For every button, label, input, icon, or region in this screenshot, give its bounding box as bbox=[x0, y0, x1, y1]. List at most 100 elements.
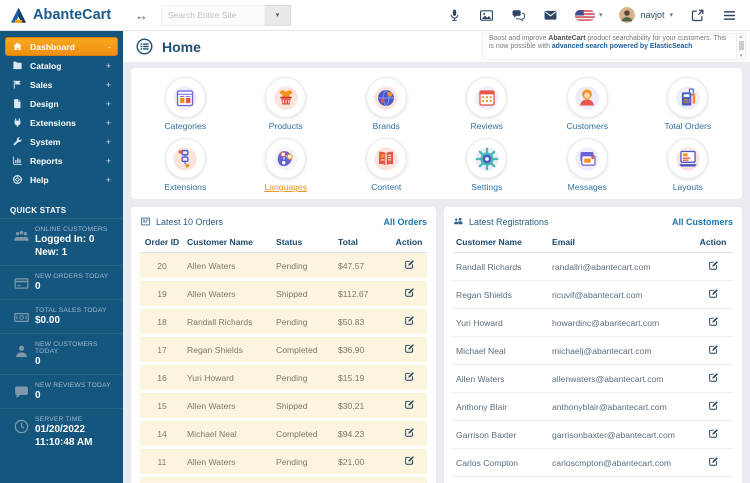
categories-icon bbox=[164, 77, 206, 118]
order-row: 14 Michael Neal Completed $94.23 bbox=[140, 419, 427, 449]
tile-extensions[interactable]: Extensions bbox=[135, 138, 236, 192]
orders-panel-title: Latest 10 Orders bbox=[156, 216, 224, 227]
scroll-thumb[interactable] bbox=[738, 41, 744, 50]
tile-languages[interactable]: Languages bbox=[236, 138, 337, 192]
order-id: 16 bbox=[140, 363, 184, 393]
edit-order-button[interactable] bbox=[404, 287, 415, 298]
sidebar-item-dashboard[interactable]: Dashboard - bbox=[5, 37, 118, 56]
quick-stat: ONLINE CUSTOMERS Logged In: 0 New: 1 bbox=[0, 218, 123, 265]
edit-order-button[interactable] bbox=[404, 343, 415, 354]
edit-order-button[interactable] bbox=[404, 399, 415, 410]
order-row: 20 Allen Waters Pending $47.57 bbox=[140, 252, 427, 281]
registration-row: Yuri Howard howardinc@abantecart.com bbox=[453, 308, 733, 337]
edit-customer-button[interactable] bbox=[708, 260, 719, 271]
stat-label: NEW ORDERS TODAY bbox=[35, 273, 109, 280]
edit-customer-button[interactable] bbox=[708, 400, 719, 411]
order-id: 20 bbox=[140, 252, 184, 281]
sidebar-item-help[interactable]: Help + bbox=[5, 170, 118, 189]
sidebar-item-system[interactable]: System + bbox=[5, 132, 118, 151]
edit-order-button[interactable] bbox=[404, 315, 415, 326]
sidebar-item-catalog[interactable]: Catalog + bbox=[5, 56, 118, 75]
edit-customer-button[interactable] bbox=[708, 372, 719, 383]
expand-indicator: + bbox=[105, 117, 111, 128]
tile-messages[interactable]: Messages bbox=[537, 138, 638, 192]
tile-label: Reviews bbox=[470, 121, 503, 131]
edit-customer-button[interactable] bbox=[708, 316, 719, 327]
edit-customer-button[interactable] bbox=[708, 288, 719, 299]
expand-indicator: + bbox=[105, 136, 111, 147]
tile-layouts[interactable]: Layouts bbox=[638, 138, 739, 192]
edit-customer-button[interactable] bbox=[708, 456, 719, 467]
order-customer-name: Allen Waters bbox=[184, 447, 273, 477]
user-menu[interactable]: navjot ▾ bbox=[619, 7, 673, 23]
tile-reviews[interactable]: Reviews bbox=[437, 77, 538, 131]
reviews-icon bbox=[466, 77, 508, 118]
edit-customer-button[interactable] bbox=[708, 428, 719, 439]
money-icon bbox=[8, 307, 35, 326]
order-row: 18 Randall Richards Pending $50.83 bbox=[140, 307, 427, 337]
scroll-down-icon[interactable]: ▾ bbox=[740, 53, 743, 59]
sidebar-collapse-arrow-icon[interactable]: ↔ bbox=[135, 8, 148, 23]
edit-order-button[interactable] bbox=[404, 259, 415, 270]
brand-logo[interactable]: AbanteCart bbox=[0, 6, 123, 25]
tile-brands[interactable]: Brands bbox=[336, 77, 437, 131]
settings-icon bbox=[466, 138, 508, 179]
media-icon[interactable] bbox=[479, 8, 494, 23]
tile-settings[interactable]: Settings bbox=[437, 138, 538, 192]
tile-label: Languages bbox=[264, 182, 308, 192]
edit-customer-button[interactable] bbox=[708, 344, 719, 355]
flagmark-icon bbox=[12, 79, 23, 90]
sidebar-item-label: Sales bbox=[30, 79, 53, 90]
messages-icon[interactable] bbox=[511, 8, 526, 23]
edit-order-button[interactable] bbox=[404, 371, 415, 382]
stat-label: TOTAL SALES TODAY bbox=[35, 307, 107, 314]
registration-customer-name: Regan Shields bbox=[453, 280, 549, 309]
tile-total-orders[interactable]: Total Orders bbox=[638, 77, 739, 131]
registration-email: ricuvif@abantecart.com bbox=[549, 280, 693, 309]
stat-value: New: 1 bbox=[35, 247, 68, 258]
mail-icon[interactable] bbox=[543, 8, 558, 23]
menu-toggle-icon[interactable] bbox=[722, 8, 737, 23]
comment-icon bbox=[8, 382, 35, 401]
edit-order-button[interactable] bbox=[404, 427, 415, 438]
stat-value: 0 bbox=[35, 390, 41, 401]
registration-customer-name: Yuri Howard bbox=[453, 308, 549, 337]
all-customers-link[interactable]: All Customers bbox=[672, 217, 733, 227]
sidebar-item-sales[interactable]: Sales + bbox=[5, 75, 118, 94]
tile-categories[interactable]: Categories bbox=[135, 77, 236, 131]
column-header: Customer Name bbox=[453, 232, 549, 253]
language-selector[interactable]: ▾ bbox=[574, 9, 602, 21]
sidebar-item-reports[interactable]: Reports + bbox=[5, 151, 118, 170]
storefront-link-icon[interactable] bbox=[690, 8, 705, 23]
plug-icon bbox=[12, 117, 23, 128]
tile-label: Brands bbox=[372, 121, 400, 131]
order-status: Completed bbox=[273, 335, 335, 365]
sidebar-menu: Dashboard - Catalog + Sales + Design + E… bbox=[0, 31, 123, 192]
order-customer-name: Allen Waters bbox=[184, 391, 273, 421]
order-total: $30.21 bbox=[335, 391, 391, 421]
sidebar-item-extensions[interactable]: Extensions + bbox=[5, 113, 118, 132]
edit-order-button[interactable] bbox=[404, 455, 415, 466]
tile-customers[interactable]: Customers bbox=[537, 77, 638, 131]
sidebar-item-design[interactable]: Design + bbox=[5, 94, 118, 113]
stat-label: SERVER TIME bbox=[35, 416, 83, 423]
search-scope-dropdown[interactable]: ▾ bbox=[265, 4, 291, 26]
search-input[interactable] bbox=[161, 4, 265, 26]
tile-products[interactable]: Products bbox=[236, 77, 337, 131]
column-header: Action bbox=[391, 232, 427, 253]
notification-link[interactable]: advanced search powered by ElasticSeach bbox=[552, 43, 693, 50]
registration-email: brucerosarini@abantecart.com bbox=[549, 476, 693, 483]
order-status: Pending bbox=[273, 475, 335, 483]
notification-scrollbar[interactable]: ▴ ▾ bbox=[736, 34, 745, 59]
quick-stat: TOTAL SALES TODAY $0.00 bbox=[0, 299, 123, 333]
registration-customer-name: Garrison Baxter bbox=[453, 420, 549, 449]
order-row: 19 Allen Waters Shipped $112.67 bbox=[140, 279, 427, 309]
tile-content[interactable]: Content bbox=[336, 138, 437, 192]
all-orders-link[interactable]: All Orders bbox=[383, 217, 427, 227]
menu-circle-icon[interactable] bbox=[135, 37, 154, 56]
sidebar-item-label: Extensions bbox=[30, 117, 76, 128]
registration-customer-name: Michael Neal bbox=[453, 336, 549, 365]
microphone-icon[interactable] bbox=[447, 8, 462, 23]
layouts-icon bbox=[667, 138, 709, 179]
stat-value: 0 bbox=[35, 356, 41, 367]
